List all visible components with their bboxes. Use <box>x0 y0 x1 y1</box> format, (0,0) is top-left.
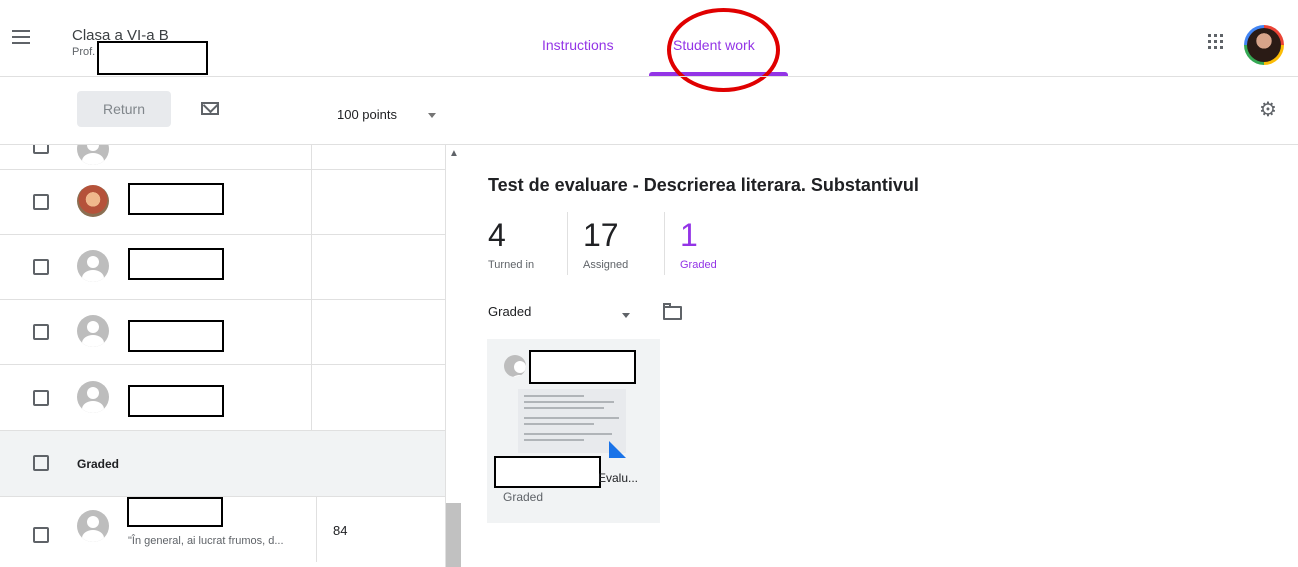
student-avatar <box>77 510 109 542</box>
teacher-label: Prof. <box>72 46 96 58</box>
redacted-student-name <box>128 248 224 280</box>
doc-type-icon <box>609 441 626 458</box>
group-label: Graded <box>77 457 120 471</box>
redacted-file-name <box>494 456 601 488</box>
assigned-count[interactable]: 17 <box>583 217 619 253</box>
header-divider <box>0 76 1298 77</box>
student-avatar <box>504 355 526 377</box>
redacted-teacher-name <box>97 41 208 75</box>
card-status: Graded <box>503 490 544 504</box>
turned-in-count[interactable]: 4 <box>488 217 506 253</box>
table-row[interactable] <box>0 234 445 300</box>
row-checkbox[interactable] <box>33 527 49 543</box>
tab-instructions[interactable]: Instructions <box>542 37 614 53</box>
chevron-down-icon[interactable] <box>428 113 436 118</box>
redacted-student-name <box>128 385 224 417</box>
table-row[interactable]: "În general, ai lucrat frumos, d... 84 <box>0 497 445 562</box>
student-avatar <box>77 381 109 413</box>
points-select[interactable]: 100 points <box>337 107 397 122</box>
assigned-label: Assigned <box>583 259 629 271</box>
assignment-title: Test de evaluare - Descrierea literara. … <box>488 175 919 195</box>
chevron-down-icon[interactable] <box>622 313 630 318</box>
redacted-student-name <box>128 320 224 352</box>
scrollbar-thumb[interactable] <box>446 503 461 567</box>
student-avatar <box>77 145 109 165</box>
redacted-student-name <box>127 497 223 527</box>
stat-divider <box>567 212 568 275</box>
student-avatar <box>77 315 109 347</box>
account-avatar[interactable] <box>1244 25 1284 65</box>
mail-icon[interactable] <box>201 102 219 115</box>
table-row[interactable] <box>0 145 445 170</box>
table-row[interactable] <box>0 169 445 235</box>
graded-count[interactable]: 1 <box>680 217 698 253</box>
stat-divider <box>664 212 665 275</box>
scroll-up-icon[interactable]: ▲ <box>449 148 459 159</box>
apps-icon[interactable] <box>1208 34 1224 50</box>
file-name: Evalu... <box>598 471 639 485</box>
redacted-student-name <box>529 350 636 384</box>
graded-group-header[interactable]: Graded <box>0 431 445 497</box>
status-filter[interactable]: Graded <box>488 304 531 319</box>
row-checkbox[interactable] <box>33 259 49 275</box>
row-checkbox[interactable] <box>33 324 49 340</box>
turned-in-label: Turned in <box>488 259 535 271</box>
student-list: Graded "În general, ai lucrat frumos, d.… <box>0 145 445 567</box>
main-menu-icon[interactable] <box>12 30 30 44</box>
redacted-student-name <box>128 183 224 215</box>
group-checkbox[interactable] <box>33 455 49 471</box>
annotation-circle <box>667 8 780 92</box>
table-row[interactable] <box>0 365 445 431</box>
graded-label: Graded <box>680 259 717 271</box>
return-button[interactable]: Return <box>77 91 171 127</box>
student-avatar <box>77 250 109 282</box>
grade-value[interactable]: 84 <box>333 523 347 538</box>
row-checkbox[interactable] <box>33 145 49 154</box>
folder-icon[interactable] <box>663 303 682 320</box>
private-comment: "În general, ai lucrat frumos, d... <box>128 535 284 547</box>
row-checkbox[interactable] <box>33 390 49 406</box>
settings-icon[interactable]: ⚙ <box>1259 100 1279 120</box>
row-checkbox[interactable] <box>33 194 49 210</box>
table-row[interactable] <box>0 299 445 365</box>
student-avatar <box>77 185 109 217</box>
